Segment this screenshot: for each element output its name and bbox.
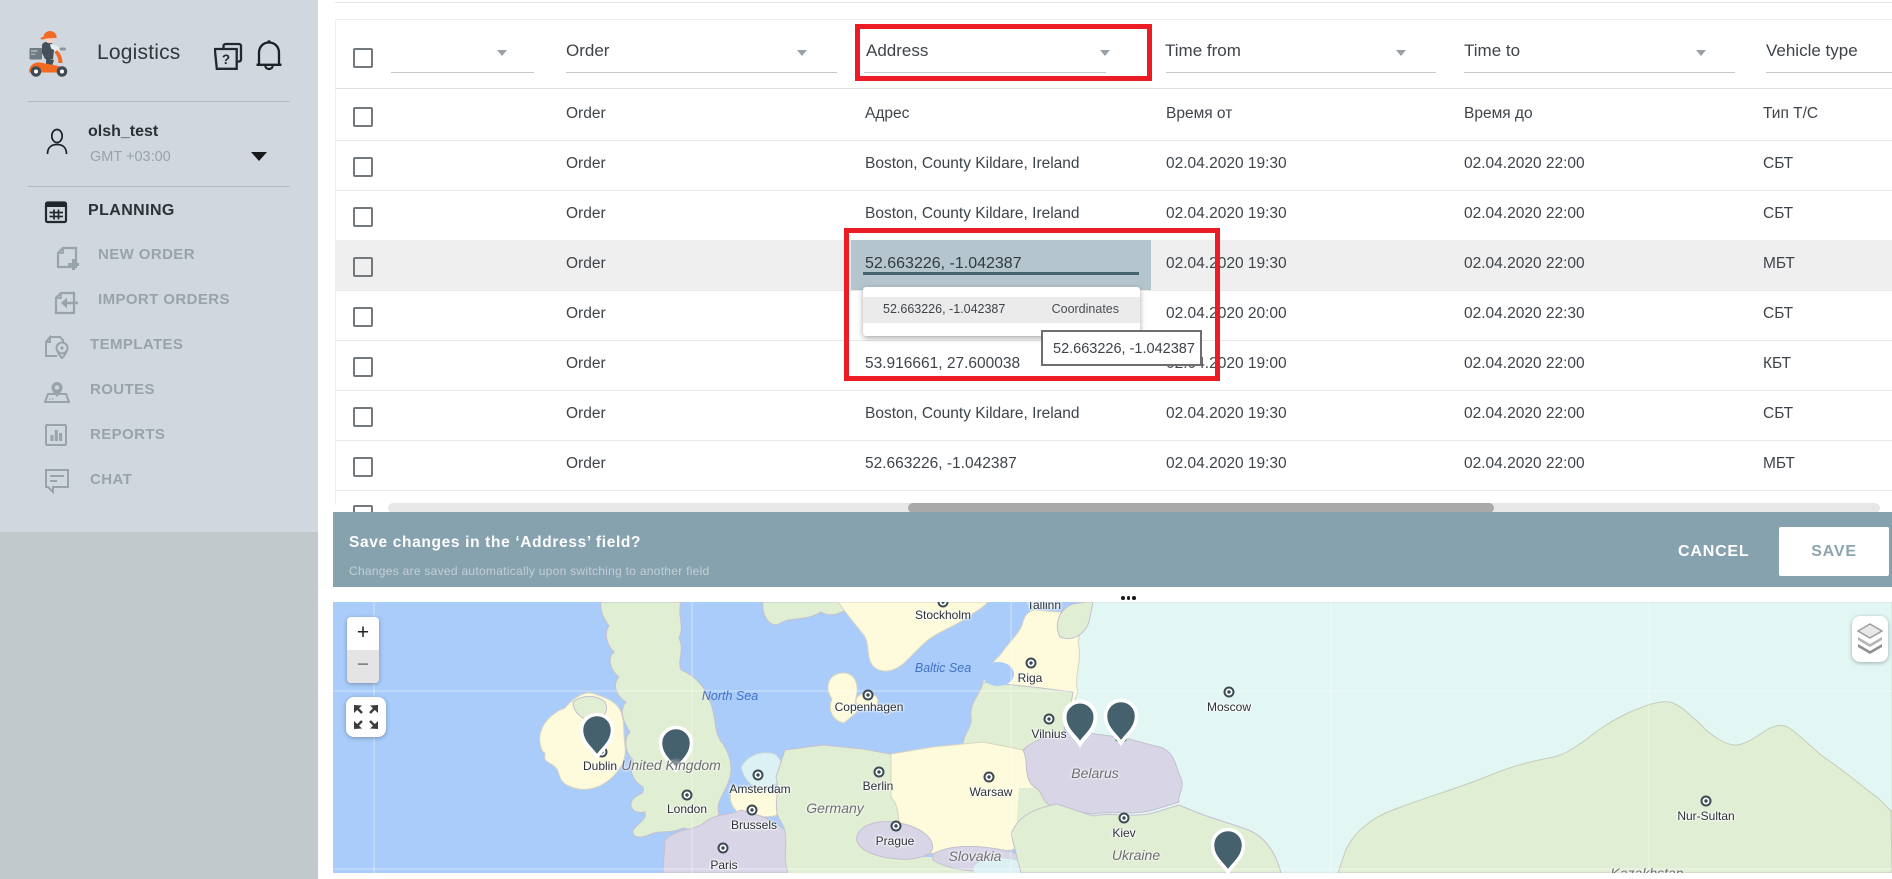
- svg-text:?: ?: [222, 52, 230, 67]
